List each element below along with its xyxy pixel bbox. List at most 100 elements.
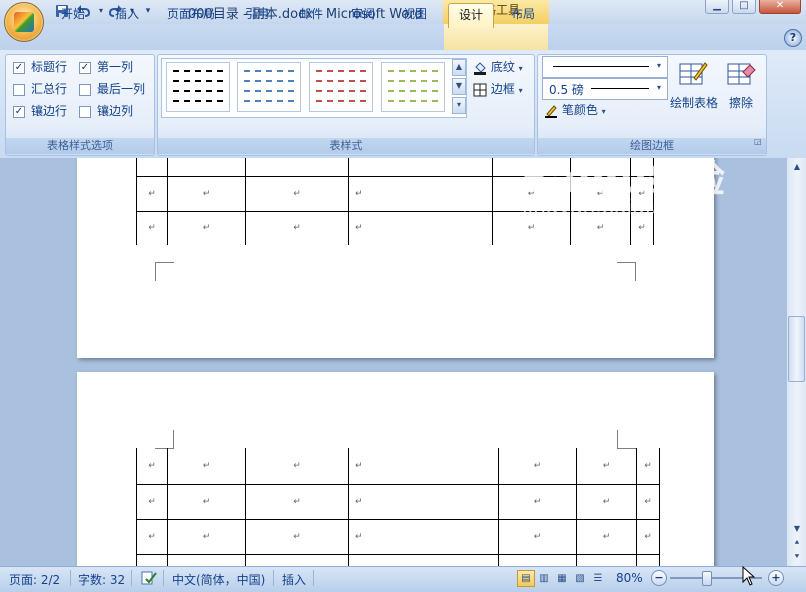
table-cell[interactable] xyxy=(348,158,493,177)
cell-mark[interactable]: ↵ xyxy=(576,518,637,555)
banded-columns-checkbox[interactable] xyxy=(79,105,91,118)
language-indicator[interactable]: 中文(简体，中国) xyxy=(172,571,265,588)
maximize-button[interactable]: □ xyxy=(732,0,756,14)
cell-mark[interactable]: ↵ xyxy=(167,483,246,520)
option-header-row[interactable]: ✓ 标题行 xyxy=(13,57,67,77)
option-banded-columns[interactable]: 镶边列 xyxy=(79,101,133,121)
cell-mark[interactable]: ↵ xyxy=(576,483,637,520)
tab-page-layout[interactable]: 页面布局 xyxy=(160,3,222,25)
first-column-checkbox[interactable]: ✓ xyxy=(79,61,91,74)
scrollbar-thumb[interactable] xyxy=(788,316,805,382)
cell-mark[interactable]: ↵ xyxy=(245,448,349,485)
dialog-launcher-icon[interactable]: ◲ xyxy=(754,138,762,146)
tab-view[interactable]: 视图 xyxy=(394,3,436,25)
pen-weight-dropdown[interactable]: 0.5 磅 ▾ xyxy=(542,78,668,100)
table-row[interactable] xyxy=(136,553,660,566)
cell-mark[interactable]: ↵ xyxy=(498,518,577,555)
table-cell[interactable] xyxy=(576,553,637,566)
insert-mode-indicator[interactable]: 插入 xyxy=(282,571,306,588)
cell-mark[interactable]: ↵ xyxy=(636,483,660,520)
eraser-label[interactable]: 擦除 xyxy=(729,94,753,111)
table-page-2[interactable]: ↵ ↵ ↵ ↵ ↵ ↵ ↵ ↵ ↵ ↵ ↵ ↵ ↵ ↵ ↵ ↵ ↵ ↵ ↵ ↵ … xyxy=(136,448,660,566)
table-cell[interactable] xyxy=(348,553,499,566)
table-cell[interactable] xyxy=(167,158,246,177)
cell-mark[interactable]: ↵ xyxy=(348,210,493,245)
table-cell[interactable] xyxy=(636,553,660,566)
table-cell[interactable] xyxy=(245,553,349,566)
next-page-button[interactable]: ⯆ xyxy=(789,550,805,564)
cell-mark[interactable]: ↵ xyxy=(498,483,577,520)
cell-mark[interactable]: ↵ xyxy=(167,210,246,245)
cell-mark[interactable]: ↵ xyxy=(348,483,499,520)
tab-layout[interactable]: 布局 xyxy=(502,3,544,25)
banded-rows-checkbox[interactable]: ✓ xyxy=(13,105,25,118)
draw-table-label[interactable]: 绘制表格 xyxy=(670,94,718,111)
cell-mark[interactable]: ↵ xyxy=(348,448,499,485)
table-style-thumb-4[interactable] xyxy=(381,62,445,112)
cell-mark[interactable]: ↵ xyxy=(136,175,168,212)
draft-view-button[interactable]: ☰ xyxy=(589,570,607,587)
table-cell[interactable] xyxy=(167,553,246,566)
tab-design[interactable]: 设计 xyxy=(448,3,494,28)
office-button[interactable] xyxy=(4,2,44,42)
cell-mark[interactable]: ↵ xyxy=(498,448,577,485)
word-count[interactable]: 字数: 32 xyxy=(78,571,125,588)
pen-color-button[interactable]: 笔颜色 ▾ xyxy=(544,101,606,118)
cell-mark[interactable]: ↵ xyxy=(136,483,168,520)
tab-mailings[interactable]: 邮件 xyxy=(290,3,332,25)
cell-mark[interactable]: ↵ xyxy=(136,518,168,555)
zoom-in-button[interactable]: + xyxy=(768,570,784,586)
option-last-column[interactable]: 最后一列 xyxy=(79,79,145,99)
previous-page-button[interactable]: ⯅ xyxy=(789,536,805,550)
header-row-checkbox[interactable]: ✓ xyxy=(13,61,25,74)
tab-home[interactable]: 开始 xyxy=(52,3,94,25)
scroll-up-button[interactable]: ▲ xyxy=(789,160,805,174)
tab-review[interactable]: 审阅 xyxy=(342,3,384,25)
cell-mark[interactable]: ↵ xyxy=(245,175,349,212)
cell-mark[interactable]: ↵ xyxy=(167,518,246,555)
zoom-out-button[interactable]: − xyxy=(651,570,667,586)
page-count[interactable]: 页面: 2/2 xyxy=(9,571,60,588)
total-row-checkbox[interactable] xyxy=(13,83,25,96)
option-first-column[interactable]: ✓ 第一列 xyxy=(79,57,133,77)
cell-mark[interactable]: ↵ xyxy=(245,483,349,520)
table-row[interactable]: ↵ ↵ ↵ ↵ ↵ ↵ ↵ xyxy=(136,448,660,485)
cell-mark[interactable]: ↵ xyxy=(167,175,246,212)
shading-button[interactable]: 底纹 ▾ xyxy=(473,58,523,75)
full-screen-reading-view-button[interactable]: ▥ xyxy=(535,570,553,587)
table-row[interactable]: ↵ ↵ ↵ ↵ ↵ ↵ ↵ xyxy=(136,483,660,520)
proofing-icon[interactable] xyxy=(140,570,158,586)
cell-mark[interactable]: ↵ xyxy=(636,518,660,555)
option-banded-rows[interactable]: ✓ 镶边行 xyxy=(13,101,67,121)
gallery-scroll-up-button[interactable]: ▲ xyxy=(452,59,466,76)
cell-mark[interactable]: ↵ xyxy=(245,210,349,245)
cell-mark[interactable]: ↵ xyxy=(136,448,168,485)
print-layout-view-button[interactable]: ▤ xyxy=(517,570,535,587)
cell-mark[interactable]: ↵ xyxy=(636,448,660,485)
pen-style-dropdown[interactable]: ▾ xyxy=(542,56,668,78)
cell-mark[interactable]: ↵ xyxy=(136,210,168,245)
table-style-thumb-1[interactable] xyxy=(166,62,230,112)
cell-mark[interactable]: ↵ xyxy=(348,518,499,555)
table-cell[interactable] xyxy=(245,158,349,177)
cell-mark[interactable]: ↵ xyxy=(167,448,246,485)
option-total-row[interactable]: 汇总行 xyxy=(13,79,67,99)
close-button[interactable]: ✕ xyxy=(759,0,801,14)
table-style-thumb-3[interactable] xyxy=(309,62,373,112)
outline-view-button[interactable]: ▧ xyxy=(571,570,589,587)
gallery-more-button[interactable]: ▾ xyxy=(452,97,466,114)
table-cell[interactable] xyxy=(136,158,168,177)
table-style-thumb-2[interactable] xyxy=(237,62,301,112)
zoom-slider-thumb[interactable] xyxy=(702,571,712,586)
help-icon[interactable]: ? xyxy=(784,29,802,47)
borders-button[interactable]: 边框 ▾ xyxy=(473,80,523,97)
last-column-checkbox[interactable] xyxy=(79,83,91,96)
minimize-button[interactable]: ▁ xyxy=(705,0,729,14)
tab-references[interactable]: 引用 xyxy=(236,3,278,25)
table-row[interactable]: ↵ ↵ ↵ ↵ ↵ ↵ ↵ xyxy=(136,518,660,555)
table-cell[interactable] xyxy=(136,553,168,566)
web-layout-view-button[interactable]: ▦ xyxy=(553,570,571,587)
tab-insert[interactable]: 插入 xyxy=(106,3,148,25)
gallery-scroll-down-button[interactable]: ▼ xyxy=(452,78,466,95)
cell-mark[interactable]: ↵ xyxy=(348,175,493,212)
